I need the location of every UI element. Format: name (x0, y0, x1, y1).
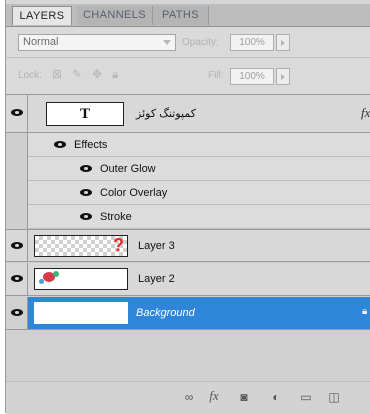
layer-name: کمپوتنگ کوئز (136, 108, 196, 120)
effect-row-color-overlay[interactable]: Color Overlay (28, 181, 370, 205)
empty-layers-area (6, 331, 370, 381)
group-icon[interactable]: ▭ (298, 390, 314, 404)
visibility-toggle[interactable] (6, 263, 28, 295)
text-layer-thumbnail: T (46, 102, 124, 126)
visibility-toggle[interactable] (6, 95, 28, 132)
layers-bottom-toolbar: ∞ fx ◙ ◐ ▭ ◫ (6, 381, 370, 414)
opacity-slider-button[interactable] (276, 34, 290, 51)
link-icon[interactable]: ∞ (181, 390, 197, 404)
lock-icon: 🔒︎ (362, 306, 368, 317)
eye-icon (11, 109, 23, 116)
effect-row-stroke[interactable]: Stroke (28, 205, 370, 229)
text-type-icon: T (79, 106, 90, 122)
tab-paths[interactable]: PATHS (153, 6, 209, 25)
layer-3-thumbnail: ? (34, 235, 128, 257)
panel-tabs: LAYERS CHANNELS PATHS (6, 4, 370, 27)
eye-icon (11, 309, 23, 316)
lock-fill-row: Lock: ⊠ ✎ ✥ 🔒︎ Fill: 100% (6, 58, 370, 95)
visibility-toggle[interactable] (6, 230, 28, 261)
adjustment-icon[interactable]: ◐ (268, 390, 284, 404)
eye-icon (54, 141, 66, 148)
layer-row-text[interactable]: T کمپوتنگ کوئز fx (6, 95, 370, 133)
fx-icon[interactable]: fx (206, 388, 222, 404)
lock-all-icon[interactable]: 🔒︎ (112, 67, 118, 82)
layer-name: Layer 3 (138, 240, 175, 252)
blend-opacity-row: Normal Opacity: 100% (6, 27, 370, 58)
effects-label: Effects (74, 139, 108, 151)
blend-mode-value: Normal (23, 36, 59, 48)
layers-panel: LAYERS CHANNELS PATHS Normal Opacity: 10… (5, 0, 370, 414)
effect-name: Color Overlay (100, 187, 168, 199)
background-thumbnail (34, 302, 128, 324)
opacity-label: Opacity: (182, 37, 219, 48)
tab-layers[interactable]: LAYERS (12, 6, 72, 25)
fill-label: Fill: (208, 70, 224, 81)
layer-row-layer-2[interactable]: Layer 2 (6, 263, 370, 296)
effect-name: Outer Glow (100, 163, 156, 175)
layers-list: T کمپوتنگ کوئز fx Effects Outer Glow Col… (6, 95, 370, 381)
layer-name: Layer 2 (138, 273, 175, 285)
visibility-toggle[interactable] (6, 297, 28, 329)
lock-transparent-icon[interactable]: ⊠ (52, 67, 62, 81)
effect-name: Stroke (100, 211, 132, 223)
eye-icon (11, 275, 23, 282)
paint-splash-icon (39, 279, 44, 284)
eye-icon (11, 242, 23, 249)
opacity-field[interactable]: 100% (230, 34, 274, 51)
eye-icon (80, 213, 92, 220)
new-layer-icon[interactable]: ◫ (326, 390, 342, 404)
lock-label: Lock: (18, 70, 42, 81)
fx-badge-icon[interactable]: fx (361, 105, 370, 121)
effects-group-row[interactable]: Effects (28, 133, 370, 157)
eye-icon (80, 165, 92, 172)
layer-row-background[interactable]: Background 🔒︎ (6, 297, 370, 330)
mask-icon[interactable]: ◙ (236, 390, 252, 404)
lock-move-icon[interactable]: ✥ (92, 67, 102, 81)
fill-slider-button[interactable] (276, 68, 290, 85)
question-mark-icon: ? (113, 235, 124, 255)
eye-column-spacer (6, 133, 28, 229)
layer-2-thumbnail (34, 268, 128, 290)
tab-channels[interactable]: CHANNELS (77, 6, 153, 25)
chevron-down-icon (163, 40, 171, 45)
lock-brush-icon[interactable]: ✎ (72, 67, 82, 81)
eye-icon (80, 189, 92, 196)
effect-row-outer-glow[interactable]: Outer Glow (28, 157, 370, 181)
paint-splash-icon (53, 271, 59, 277)
fill-field[interactable]: 100% (230, 68, 274, 85)
layer-row-layer-3[interactable]: ? Layer 3 (6, 229, 370, 262)
blend-mode-select[interactable]: Normal (18, 34, 176, 51)
layer-name: Background (136, 307, 195, 319)
